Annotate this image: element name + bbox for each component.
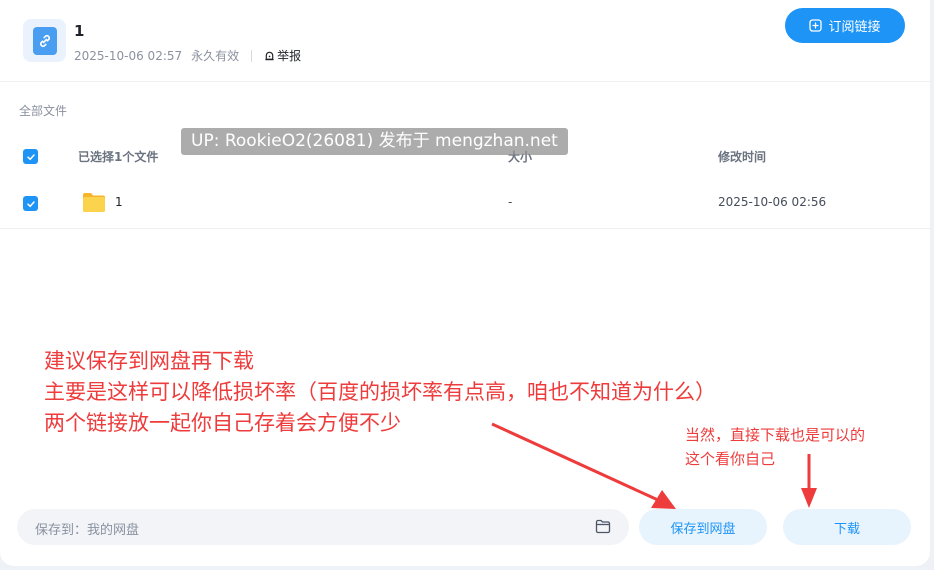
share-meta: 2025-10-06 02:57 永久有效 举报 xyxy=(74,47,301,64)
watermark-overlay: UP: RookieO2(26081) 发布于 mengzhan.net xyxy=(181,128,568,155)
selected-count-label: 已选择1个文件 xyxy=(78,150,159,164)
share-card: 1 2025-10-06 02:57 永久有效 举报 订阅链接 全部文件 已选择… xyxy=(0,0,930,566)
annotation-note-2: 这个看你自己 xyxy=(685,450,776,468)
subscribe-link-button[interactable]: 订阅链接 xyxy=(785,8,905,43)
subscribe-label: 订阅链接 xyxy=(828,19,881,34)
row-checkbox[interactable] xyxy=(23,196,38,211)
check-icon xyxy=(26,153,35,160)
annotation-line-1: 建议保存到网盘再下载 xyxy=(44,349,254,373)
plus-square-icon xyxy=(809,19,823,32)
select-all-checkbox[interactable] xyxy=(23,149,38,164)
table-row[interactable]: 1 - 2025-10-06 02:56 xyxy=(0,184,930,222)
folder-icon xyxy=(83,193,105,212)
report-link[interactable]: 举报 xyxy=(264,47,301,64)
file-name[interactable]: 1 xyxy=(115,195,123,209)
file-modified: 2025-10-06 02:56 xyxy=(718,195,827,209)
annotation-note: 当然，直接下载也是可以的 这个看你自己 xyxy=(685,423,865,471)
share-header: 1 2025-10-06 02:57 永久有效 举报 订阅链接 xyxy=(0,0,930,82)
breadcrumb-all-files[interactable]: 全部文件 xyxy=(19,102,67,119)
annotation-line-2: 主要是这样可以降低损坏率（百度的损坏率有点高，咱也不知道为什么） xyxy=(44,380,716,404)
share-title: 1 xyxy=(74,22,85,40)
check-icon xyxy=(26,200,35,207)
file-size: - xyxy=(508,195,513,209)
annotation-note-1: 当然，直接下载也是可以的 xyxy=(685,426,866,444)
table-divider xyxy=(0,228,930,229)
save-path-label: 保存到：我的网盘 xyxy=(35,523,140,538)
share-validity: 永久有效 xyxy=(191,49,240,63)
report-label: 举报 xyxy=(277,49,302,63)
meta-divider xyxy=(251,49,253,62)
alarm-icon xyxy=(265,51,274,61)
save-path-selector[interactable]: 保存到：我的网盘 xyxy=(17,509,629,545)
save-to-netdisk-button[interactable]: 保存到网盘 xyxy=(639,509,767,545)
annotation-text: 建议保存到网盘再下载 主要是这样可以降低损坏率（百度的损坏率有点高，咱也不知道为… xyxy=(44,346,716,439)
download-button[interactable]: 下载 xyxy=(783,509,911,545)
column-modified[interactable]: 修改时间 xyxy=(718,148,766,165)
folder-outline-icon[interactable] xyxy=(595,519,611,534)
link-file-icon xyxy=(23,19,66,62)
share-date: 2025-10-06 02:57 xyxy=(74,48,183,63)
annotation-line-3: 两个链接放一起你自己存着会方便不少 xyxy=(44,411,401,435)
